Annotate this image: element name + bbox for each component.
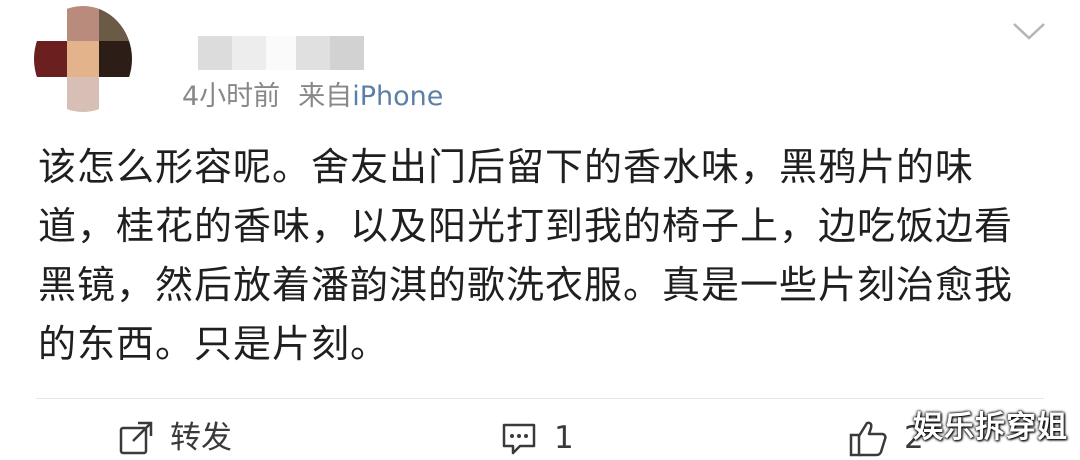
repost-button[interactable]: 转发 xyxy=(118,416,232,460)
thumbs-up-icon xyxy=(849,421,887,457)
divider xyxy=(36,398,1044,399)
watermark: 娱乐拆穿姐 xyxy=(913,410,1068,445)
post-content: 该怎么形容呢。舍友出门后留下的香水味，黑鸦片的味道，桂花的香味，以及阳光打到我的… xyxy=(38,145,1014,366)
repost-icon xyxy=(119,421,153,455)
username-blurred[interactable] xyxy=(198,36,364,70)
post-time: 4小时前 xyxy=(182,81,281,112)
post-device[interactable]: iPhone xyxy=(352,81,443,112)
comment-button[interactable]: 1 xyxy=(500,416,574,460)
post-meta: 4小时前 来自iPhone xyxy=(182,80,443,114)
comment-icon xyxy=(502,423,536,455)
avatar[interactable] xyxy=(34,6,132,112)
comment-count: 1 xyxy=(554,420,574,456)
chevron-down-icon[interactable] xyxy=(1012,20,1046,42)
post-source-prefix: 来自 xyxy=(298,81,353,112)
repost-label: 转发 xyxy=(170,420,232,456)
